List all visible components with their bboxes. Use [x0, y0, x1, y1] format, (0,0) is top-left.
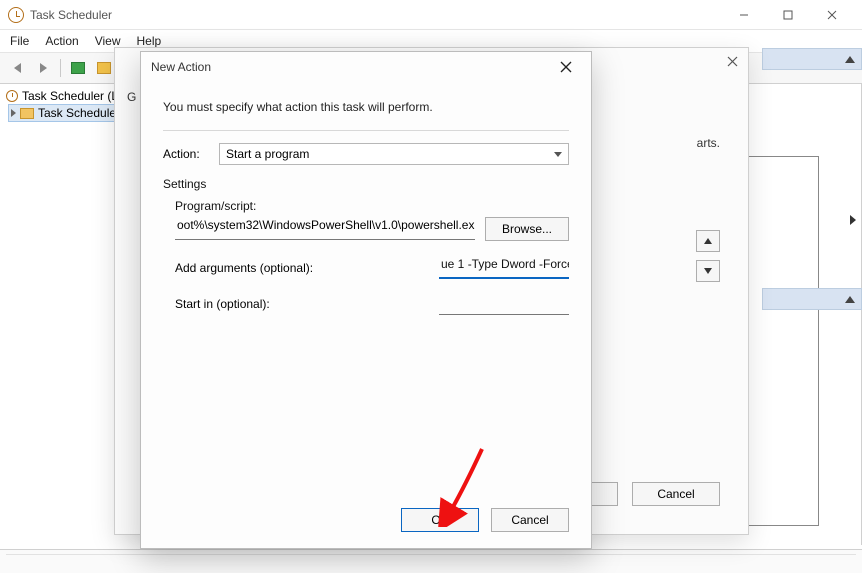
new-action-dialog: New Action You must specify what action …: [140, 51, 592, 549]
close-button[interactable]: [810, 0, 854, 30]
statusbar: [0, 549, 862, 573]
action-label: Action:: [163, 147, 209, 161]
tree-library-label: Task Schedule: [38, 106, 116, 120]
bg-tab-fragment: G: [127, 90, 136, 104]
browse-button[interactable]: Browse...: [485, 217, 569, 241]
action-select-value: Start a program: [226, 147, 309, 161]
actions-header-1[interactable]: [762, 48, 862, 70]
chevron-right-icon: [11, 109, 16, 117]
folder-icon: [20, 108, 34, 119]
toolbar-btn-2[interactable]: [93, 57, 115, 79]
new-action-titlebar: New Action: [141, 52, 591, 82]
maximize-button[interactable]: [766, 0, 810, 30]
collapse-up-icon: [845, 56, 855, 63]
collapse-up-icon: [845, 296, 855, 303]
folder-icon: [97, 62, 111, 74]
minimize-button[interactable]: [722, 0, 766, 30]
tree-root-label: Task Scheduler (L: [22, 89, 118, 103]
bg-spin-down[interactable]: [696, 260, 720, 282]
menu-file[interactable]: File: [10, 34, 29, 48]
new-action-close-button[interactable]: [551, 52, 581, 82]
toolbar-btn-1[interactable]: [67, 57, 89, 79]
cancel-button[interactable]: Cancel: [491, 508, 569, 532]
chevron-down-icon: [554, 152, 562, 157]
toolbar-separator: [60, 59, 61, 77]
arrow-left-icon: [14, 63, 21, 73]
new-action-instruction: You must specify what action this task w…: [163, 100, 569, 114]
startin-input[interactable]: [439, 293, 569, 315]
green-square-icon: [71, 62, 85, 74]
arguments-label: Add arguments (optional):: [175, 261, 313, 275]
clock-small-icon: [6, 90, 18, 102]
arrow-right-icon: [40, 63, 47, 73]
menu-help[interactable]: Help: [137, 34, 162, 48]
menu-view[interactable]: View: [95, 34, 121, 48]
action-row: Action: Start a program: [163, 143, 569, 165]
settings-group-label: Settings: [163, 177, 569, 191]
main-titlebar: Task Scheduler: [0, 0, 862, 30]
arguments-input[interactable]: ue 1 -Type Dword -Force: [439, 257, 569, 279]
bg-starts-fragment: arts.: [697, 136, 720, 150]
window-title: Task Scheduler: [30, 8, 112, 22]
program-input[interactable]: oot%\system32\WindowsPowerShell\v1.0\pow…: [175, 218, 475, 240]
new-action-title: New Action: [151, 60, 211, 74]
triangle-down-icon: [704, 268, 712, 274]
bg-close-button[interactable]: [727, 54, 738, 70]
ok-button[interactable]: OK: [401, 508, 479, 532]
app-icon: [8, 7, 24, 23]
program-label: Program/script:: [175, 199, 569, 213]
triangle-up-icon: [704, 238, 712, 244]
actions-header-2[interactable]: [762, 288, 862, 310]
nav-back-button[interactable]: [6, 57, 28, 79]
startin-label: Start in (optional):: [175, 297, 270, 311]
action-select[interactable]: Start a program: [219, 143, 569, 165]
bg-spin-up[interactable]: [696, 230, 720, 252]
expand-right-icon: [850, 215, 856, 225]
bg-cancel-button[interactable]: Cancel: [632, 482, 720, 506]
nav-forward-button[interactable]: [32, 57, 54, 79]
menu-action[interactable]: Action: [45, 34, 78, 48]
